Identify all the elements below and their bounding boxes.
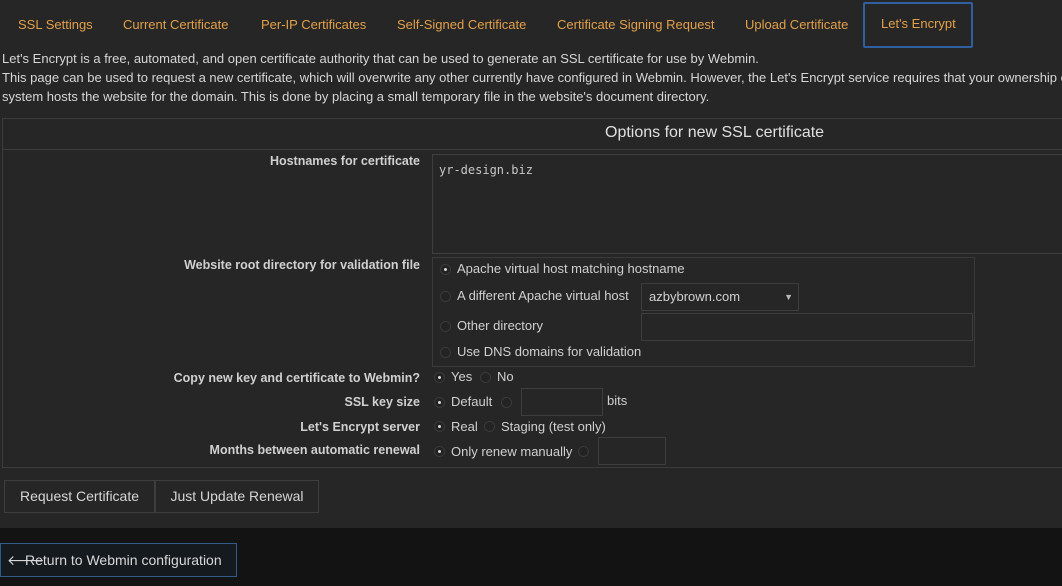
copy-yes-label: Yes xyxy=(451,369,473,384)
tab-ssl-settings[interactable]: SSL Settings xyxy=(16,4,95,46)
description-line-3: system hosts the website for the domain.… xyxy=(2,89,710,104)
vhost-select-value: azbybrown.com xyxy=(649,289,741,304)
radio-keysize-default[interactable] xyxy=(434,397,445,408)
radio-keysize-custom[interactable] xyxy=(501,397,512,408)
options-panel: Options for new SSL certificate Hostname… xyxy=(2,118,1062,468)
caret-down-icon: ▼ xyxy=(784,292,793,302)
renewal-months-input[interactable] xyxy=(598,437,666,465)
radio-renew-manual[interactable] xyxy=(434,446,445,457)
radio-server-real[interactable] xyxy=(434,421,445,432)
webroot-options: Apache virtual host matching hostname A … xyxy=(432,257,975,367)
server-label: Let's Encrypt server xyxy=(300,420,420,434)
other-dir-input[interactable] xyxy=(641,313,973,341)
radio-renew-months[interactable] xyxy=(578,446,589,457)
server-real-label: Real xyxy=(451,419,478,434)
keysize-default-label: Default xyxy=(451,394,493,409)
keysize-input[interactable] xyxy=(521,388,603,416)
server-staging-label: Staging (test only) xyxy=(501,419,606,434)
radio-copy-yes[interactable] xyxy=(434,372,445,383)
radio-apache-other[interactable] xyxy=(440,291,451,302)
keysize-unit: bits xyxy=(607,393,628,408)
page-description: Let's Encrypt is a free, automated, and … xyxy=(2,49,1062,106)
other-dir-label: Other directory xyxy=(457,318,543,333)
renewal-label: Months between automatic renewal xyxy=(209,443,420,457)
tab-self-signed-certificate[interactable]: Self-Signed Certificate xyxy=(395,4,528,46)
panel-header: Options for new SSL certificate xyxy=(3,119,1062,150)
renew-manual-label: Only renew manually xyxy=(451,444,573,459)
webroot-label: Website root directory for validation fi… xyxy=(184,258,420,272)
just-update-renewal-button[interactable]: Just Update Renewal xyxy=(155,480,319,513)
radio-server-staging[interactable] xyxy=(484,421,495,432)
tab-certificate-signing-request[interactable]: Certificate Signing Request xyxy=(555,4,717,46)
footer-bar: 🡐 Return to Webmin configuration xyxy=(0,528,1062,586)
apache-other-label: A different Apache virtual host xyxy=(457,288,629,303)
hostnames-label: Hostnames for certificate xyxy=(269,154,420,168)
tab-current-certificate[interactable]: Current Certificate xyxy=(121,4,230,46)
apache-match-label: Apache virtual host matching hostname xyxy=(457,261,685,276)
tab-lets-encrypt[interactable]: Let's Encrypt xyxy=(863,2,973,48)
keysize-label: SSL key size xyxy=(344,395,420,409)
panel-title: Options for new SSL certificate xyxy=(605,124,825,141)
return-label: Return to Webmin configuration xyxy=(25,552,222,568)
description-line-2: This page can be used to request a new c… xyxy=(2,70,1062,85)
radio-apache-match[interactable] xyxy=(440,264,451,275)
tab-per-ip-certificates[interactable]: Per-IP Certificates xyxy=(259,4,368,46)
description-line-1: Let's Encrypt is a free, automated, and … xyxy=(2,51,759,66)
vhost-select[interactable]: azbybrown.com ▼ xyxy=(641,283,799,311)
request-certificate-button[interactable]: Request Certificate xyxy=(4,480,155,513)
tab-bar: SSL Settings Current Certificate Per-IP … xyxy=(0,0,1062,48)
hostnames-textarea[interactable]: yr-design.biz xyxy=(432,154,1062,254)
radio-dns[interactable] xyxy=(440,347,451,358)
radio-copy-no[interactable] xyxy=(480,372,491,383)
tab-upload-certificate[interactable]: Upload Certificate xyxy=(743,4,850,46)
radio-other-dir[interactable] xyxy=(440,321,451,332)
dns-label: Use DNS domains for validation xyxy=(457,344,642,359)
copy-label: Copy new key and certificate to Webmin? xyxy=(173,371,420,385)
return-button[interactable]: 🡐 Return to Webmin configuration xyxy=(0,543,237,577)
copy-no-label: No xyxy=(497,369,514,384)
